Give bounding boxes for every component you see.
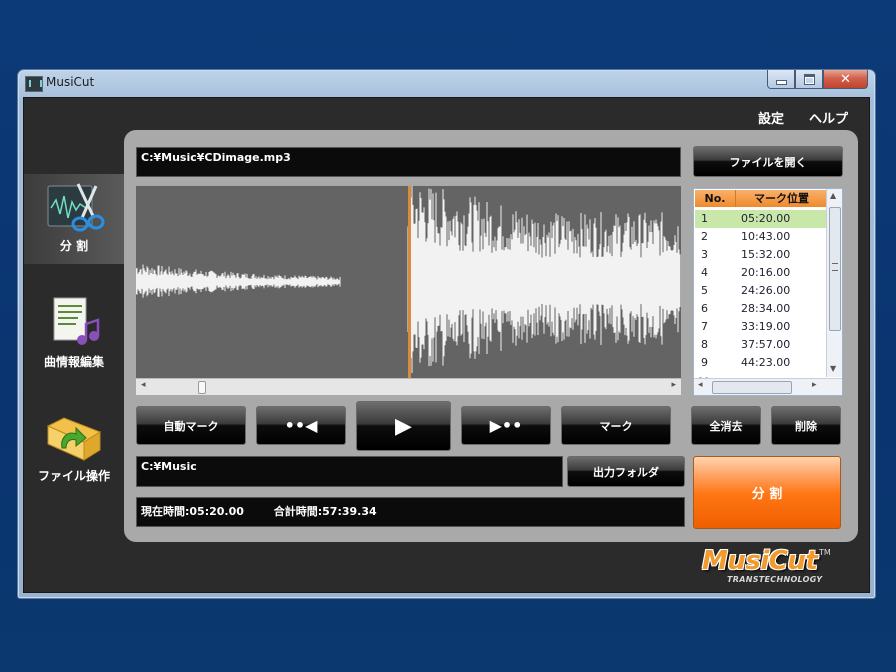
maximize-button[interactable] xyxy=(795,70,823,89)
folder-arrow-icon xyxy=(46,417,102,461)
scroll-thumb[interactable] xyxy=(198,381,206,394)
mark-row-no: 6 xyxy=(701,302,708,315)
hscroll-thumb[interactable] xyxy=(712,381,792,394)
mark-list-vscroll[interactable]: ▲ ▼ xyxy=(826,189,842,377)
mark-row-position: 05:20.00 xyxy=(741,212,791,225)
waveform-view[interactable] xyxy=(136,186,681,394)
scroll-up-icon[interactable]: ▲ xyxy=(830,191,836,200)
app-window: MusiCut ✕ 設定 ヘルプ 分 割 曲情報編集 ファイル操作 C:¥Mus… xyxy=(17,69,876,599)
mark-row-position: 15:32.00 xyxy=(741,248,791,261)
output-folder-button[interactable]: 出力フォルダ xyxy=(567,456,685,487)
window-title: MusiCut xyxy=(46,75,95,89)
header-mark-position: マーク位置 xyxy=(754,192,809,205)
output-folder-field[interactable]: C:¥Music xyxy=(136,456,563,487)
mark-row[interactable]: 6 28:34.00 xyxy=(695,300,827,318)
waveform-scrollbar[interactable]: ◂ ▸ xyxy=(136,378,681,395)
main-panel: C:¥Music¥CDimage.mp3 ファイルを開く ◂ ▸ No. マーク… xyxy=(124,130,858,542)
mark-row-position: 33:19.00 xyxy=(741,320,791,333)
menu-help[interactable]: ヘルプ xyxy=(809,108,848,127)
musicut-logo: MusiCut TM TRANSTECHNOLOGY xyxy=(702,546,842,588)
current-time: 現在時間:05:20.00 xyxy=(141,505,244,518)
prev-mark-icon: ••◀ xyxy=(284,416,318,435)
sidebar-item-split[interactable]: 分 割 xyxy=(24,174,124,264)
sidebar-item-label: ファイル操作 xyxy=(37,469,110,483)
mark-row[interactable]: 8 37:57.00 xyxy=(695,336,827,354)
playhead-marker[interactable] xyxy=(408,186,411,378)
grip-icon xyxy=(832,263,838,271)
close-button[interactable]: ✕ xyxy=(823,70,868,89)
mark-row-no: 5 xyxy=(701,284,708,297)
clear-all-button[interactable]: 全消去 xyxy=(691,406,761,445)
mark-row-no: 1 xyxy=(701,212,708,225)
mark-row-position: 10:43.00 xyxy=(741,230,791,243)
mark-row[interactable]: 3 15:32.00 xyxy=(695,246,827,264)
scroll-down-icon[interactable]: ▼ xyxy=(830,364,836,373)
mark-row-no: 3 xyxy=(701,248,708,261)
scroll-right-icon[interactable]: ▸ xyxy=(812,380,817,390)
scroll-left-icon[interactable]: ◂ xyxy=(698,380,703,390)
logo-subtitle: TRANSTECHNOLOGY xyxy=(727,575,823,584)
mark-row-position: 20:16.00 xyxy=(741,266,791,279)
menu-settings[interactable]: 設定 xyxy=(758,108,784,127)
mark-list-header: No. マーク位置 xyxy=(695,190,827,207)
sidebar-item-label: 分 割 xyxy=(59,239,89,253)
mark-row-no: 8 xyxy=(701,338,708,351)
prev-mark-button[interactable]: ••◀ xyxy=(256,406,346,445)
play-icon: ▶ xyxy=(395,413,412,439)
header-no: No. xyxy=(695,190,736,207)
minimize-button[interactable] xyxy=(767,70,795,89)
scroll-left-icon[interactable]: ◂ xyxy=(141,380,146,390)
minimize-icon xyxy=(775,79,787,85)
music-document-icon xyxy=(53,297,100,345)
mark-row-position: 44:23.00 xyxy=(741,356,791,369)
next-mark-button[interactable]: ▶•• xyxy=(461,406,551,445)
split-button[interactable]: 分 割 xyxy=(693,456,841,529)
mark-row[interactable]: 4 20:16.00 xyxy=(695,264,827,282)
sidebar-item-song-info[interactable]: 曲情報編集 xyxy=(24,294,124,384)
mark-row[interactable]: 9 44:23.00 xyxy=(695,354,827,372)
mark-row[interactable]: 5 24:26.00 xyxy=(695,282,827,300)
title-bar[interactable]: MusiCut ✕ xyxy=(18,70,875,96)
app-icon xyxy=(25,76,43,92)
delete-button[interactable]: 削除 xyxy=(771,406,841,445)
close-icon: ✕ xyxy=(840,71,851,87)
mark-row-position: 28:34.00 xyxy=(741,302,791,315)
mark-list[interactable]: No. マーク位置 1 05:20.00 2 10:43.00 3 15:32.00 4 20… xyxy=(693,188,843,396)
mark-row[interactable]: 2 10:43.00 xyxy=(695,228,827,246)
mark-row[interactable]: 1 05:20.00 xyxy=(695,210,827,228)
mark-row-no: 2 xyxy=(701,230,708,243)
mark-row[interactable]: 7 33:19.00 xyxy=(695,318,827,336)
window-controls: ✕ xyxy=(767,70,868,89)
open-file-button[interactable]: ファイルを開く xyxy=(693,146,843,177)
client-area: 設定 ヘルプ 分 割 曲情報編集 ファイル操作 C:¥Music¥CDimage… xyxy=(23,97,870,593)
mark-list-hscroll[interactable]: ◂ ▸ xyxy=(694,378,842,395)
maximize-icon xyxy=(803,73,815,85)
mark-row-no: 7 xyxy=(701,320,708,333)
mark-row-no: 4 xyxy=(701,266,708,279)
status-bar: 現在時間:05:20.00 合計時間:57:39.34 xyxy=(136,497,685,527)
mark-row-position: 24:26.00 xyxy=(741,284,791,297)
next-mark-icon: ▶•• xyxy=(489,416,523,435)
mark-button[interactable]: マーク xyxy=(561,406,671,445)
play-button[interactable]: ▶ xyxy=(356,401,451,451)
sidebar-item-file-ops[interactable]: ファイル操作 xyxy=(24,408,124,498)
sidebar-item-label: 曲情報編集 xyxy=(43,355,104,369)
logo-tm: TM xyxy=(819,548,831,557)
auto-mark-button[interactable]: 自動マーク xyxy=(136,406,246,445)
mark-row-no: 9 xyxy=(701,356,708,369)
scroll-right-icon[interactable]: ▸ xyxy=(671,380,676,390)
file-path-field[interactable]: C:¥Music¥CDimage.mp3 xyxy=(136,147,681,177)
mark-row-position: 37:57.00 xyxy=(741,338,791,351)
vscroll-thumb[interactable] xyxy=(829,207,841,331)
scissors-waveform-icon xyxy=(47,183,105,232)
total-time: 合計時間:57:39.34 xyxy=(273,505,377,518)
